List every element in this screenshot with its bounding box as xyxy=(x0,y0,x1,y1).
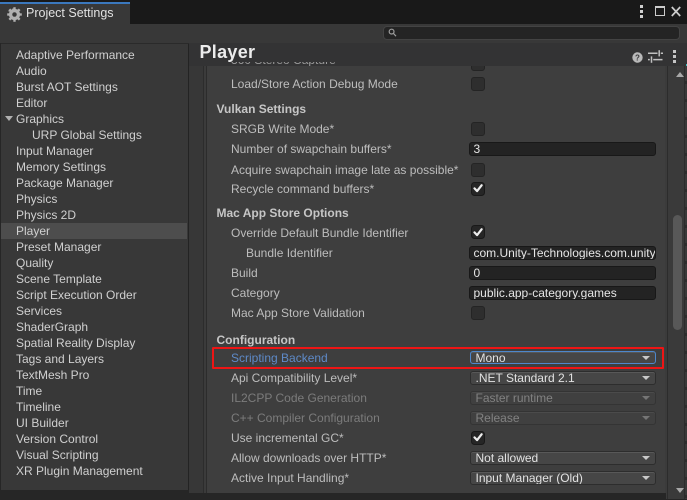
svg-text:?: ? xyxy=(635,53,640,62)
